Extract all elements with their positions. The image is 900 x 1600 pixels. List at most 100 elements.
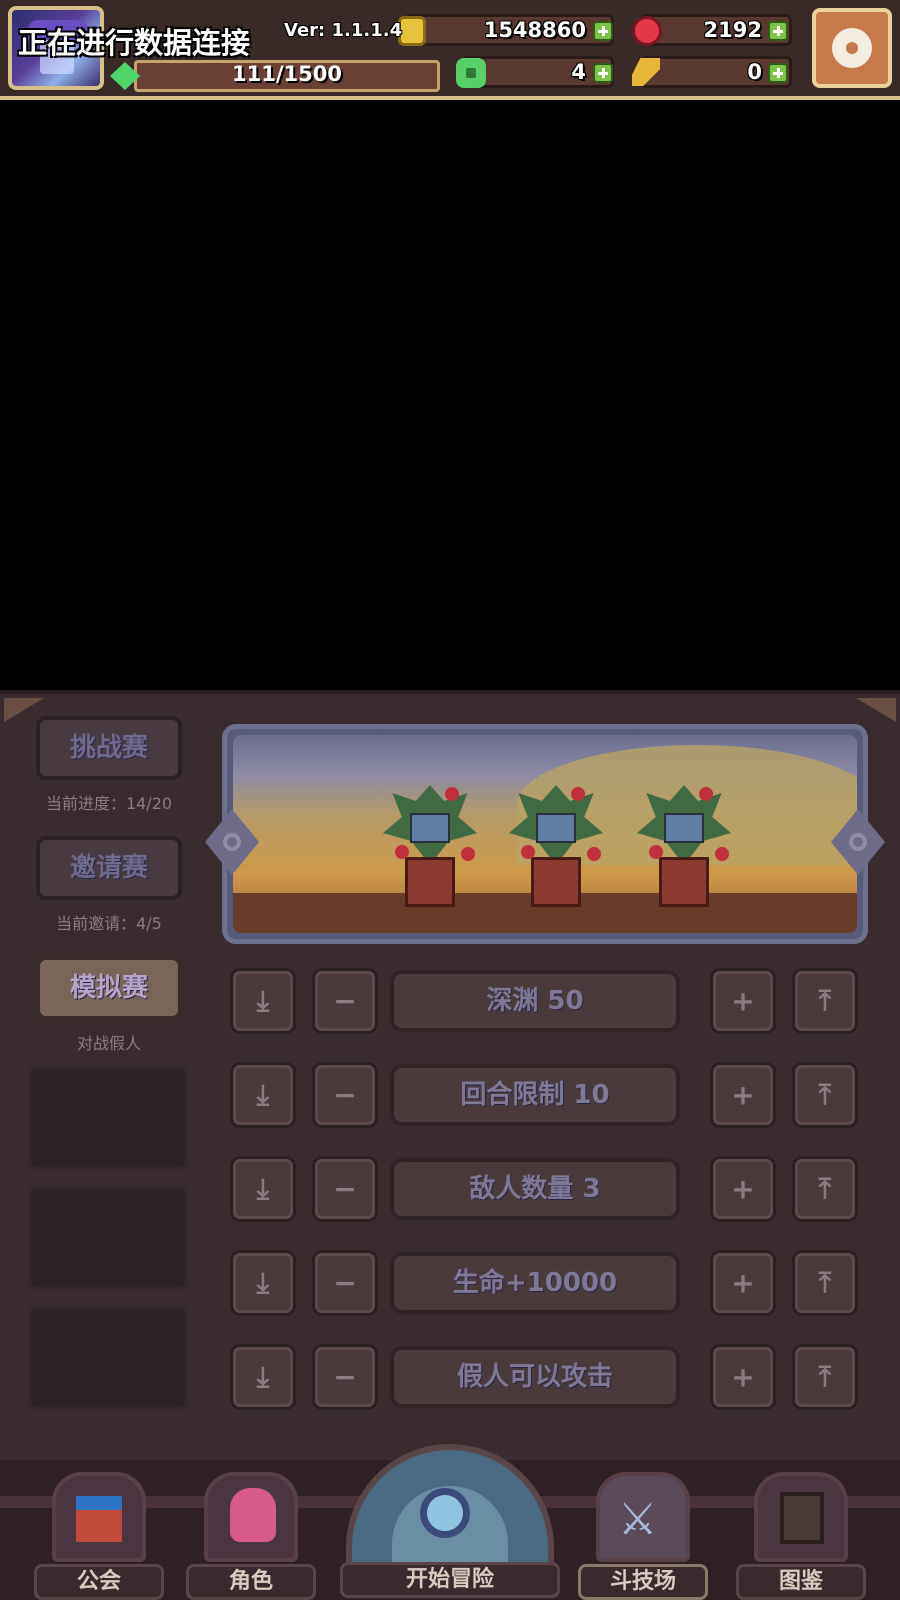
guild-building-icon bbox=[76, 1496, 122, 1542]
clover-value: 4 bbox=[571, 60, 586, 84]
plus-button[interactable]: + bbox=[710, 968, 776, 1034]
gold-coin-icon bbox=[398, 16, 426, 46]
to-max-button[interactable]: ⤒ bbox=[792, 1250, 858, 1316]
nav-arena-label: 斗技场 bbox=[578, 1564, 708, 1600]
option-row-enemy-count: ⤓ − 敌人数量 3 + ⤒ bbox=[228, 1156, 868, 1226]
tree-monster-sprite bbox=[375, 785, 485, 915]
bottom-nav: 公会 角色 开始冒险 ⚔ 斗技场 图鉴 bbox=[0, 1444, 900, 1600]
minus-icon: − bbox=[333, 1078, 357, 1112]
option-row-hp-bonus: ⤓ − 生命+10000 + ⤒ bbox=[228, 1250, 868, 1320]
empty-mode-slot bbox=[28, 1186, 188, 1290]
arena-panel: 挑战赛 当前进度：14/20 邀请赛 当前邀请：4/5 模拟赛 对战假人 ⤓ −… bbox=[0, 690, 900, 1464]
connection-status-text: 正在进行数据连接 bbox=[18, 26, 251, 60]
gear-icon bbox=[832, 28, 872, 68]
nav-character-label: 角色 bbox=[186, 1564, 316, 1600]
mode-sidebar: 挑战赛 当前进度：14/20 邀请赛 当前邀请：4/5 模拟赛 对战假人 bbox=[24, 714, 194, 1454]
minus-icon: − bbox=[333, 1266, 357, 1300]
settings-button[interactable] bbox=[812, 8, 892, 88]
tree-monster-sprite bbox=[629, 785, 739, 915]
option-row-abyss: ⤓ − 深渊 50 + ⤒ bbox=[228, 968, 868, 1038]
minus-button[interactable]: − bbox=[312, 1062, 378, 1128]
panel-corner-right bbox=[856, 698, 896, 722]
magnifier-icon bbox=[420, 1488, 470, 1538]
plus-icon: + bbox=[731, 984, 755, 1018]
upload-icon: ⤒ bbox=[818, 1078, 832, 1111]
download-icon: ⤓ bbox=[256, 1266, 270, 1299]
to-min-button[interactable]: ⤓ bbox=[230, 968, 296, 1034]
to-max-button[interactable]: ⤒ bbox=[792, 968, 858, 1034]
invitational-mode-button[interactable]: 邀请赛 bbox=[36, 836, 182, 900]
nav-guild[interactable]: 公会 bbox=[34, 1472, 164, 1600]
challenge-progress-text: 当前进度：14/20 bbox=[45, 794, 173, 813]
empty-mode-slot bbox=[28, 1306, 188, 1410]
plus-button[interactable]: + bbox=[710, 1156, 776, 1222]
nav-adventure-label: 开始冒险 bbox=[340, 1562, 560, 1598]
plus-icon: + bbox=[731, 1172, 755, 1206]
download-icon: ⤓ bbox=[256, 1172, 270, 1205]
to-max-button[interactable]: ⤒ bbox=[792, 1156, 858, 1222]
gem-add-button[interactable] bbox=[768, 21, 788, 41]
minus-button[interactable]: − bbox=[312, 1250, 378, 1316]
minus-button[interactable]: − bbox=[312, 1344, 378, 1410]
version-label: Ver: 1.1.1.4 bbox=[284, 20, 403, 41]
download-icon: ⤓ bbox=[256, 984, 270, 1017]
nav-art bbox=[52, 1472, 146, 1562]
plus-button[interactable]: + bbox=[710, 1062, 776, 1128]
gem-value: 2192 bbox=[703, 18, 762, 42]
plus-button[interactable]: + bbox=[710, 1250, 776, 1316]
download-icon: ⤓ bbox=[256, 1078, 270, 1111]
plus-button[interactable]: + bbox=[710, 1344, 776, 1410]
crossed-swords-icon: ⚔ bbox=[618, 1494, 658, 1545]
key-value: 0 bbox=[747, 60, 762, 84]
plus-icon: + bbox=[731, 1266, 755, 1300]
simulation-mode-button[interactable]: 模拟赛 bbox=[36, 956, 182, 1020]
upload-icon: ⤒ bbox=[818, 1266, 832, 1299]
upload-icon: ⤒ bbox=[818, 1360, 832, 1393]
nav-art: ⚔ bbox=[596, 1472, 690, 1562]
minus-icon: − bbox=[333, 984, 357, 1018]
to-min-button[interactable]: ⤓ bbox=[230, 1344, 296, 1410]
to-min-button[interactable]: ⤓ bbox=[230, 1062, 296, 1128]
option-label: 回合限制 10 bbox=[390, 1064, 680, 1126]
gold-add-button[interactable] bbox=[593, 21, 613, 41]
option-label: 假人可以攻击 bbox=[390, 1346, 680, 1408]
battle-preview-frame bbox=[205, 724, 885, 944]
minus-icon: − bbox=[333, 1360, 357, 1394]
gold-value: 1548860 bbox=[483, 18, 586, 42]
empty-mode-slot bbox=[28, 1066, 188, 1170]
nav-character[interactable]: 角色 bbox=[186, 1472, 316, 1600]
nav-codex-label: 图鉴 bbox=[736, 1564, 866, 1600]
upload-icon: ⤒ bbox=[818, 984, 832, 1017]
nav-art bbox=[754, 1472, 848, 1562]
nav-art bbox=[204, 1472, 298, 1562]
to-min-button[interactable]: ⤓ bbox=[230, 1156, 296, 1222]
option-row-dummy-attack: ⤓ − 假人可以攻击 + ⤒ bbox=[228, 1344, 868, 1414]
minus-button[interactable]: − bbox=[312, 968, 378, 1034]
download-icon: ⤓ bbox=[256, 1360, 270, 1393]
stamina-value: 111/1500 bbox=[232, 62, 342, 86]
plus-icon: + bbox=[731, 1360, 755, 1394]
nav-start-adventure[interactable]: 开始冒险 bbox=[340, 1444, 560, 1600]
upload-icon: ⤒ bbox=[818, 1172, 832, 1205]
key-add-button[interactable] bbox=[768, 63, 788, 83]
battle-scene bbox=[233, 735, 857, 933]
simulation-desc-text: 对战假人 bbox=[76, 1034, 141, 1053]
nav-guild-label: 公会 bbox=[34, 1564, 164, 1600]
to-min-button[interactable]: ⤓ bbox=[230, 1250, 296, 1316]
challenge-mode-button[interactable]: 挑战赛 bbox=[36, 716, 182, 780]
option-row-turn-limit: ⤓ − 回合限制 10 + ⤒ bbox=[228, 1062, 868, 1132]
to-max-button[interactable]: ⤒ bbox=[792, 1344, 858, 1410]
character-portrait-icon bbox=[230, 1488, 276, 1542]
clover-icon bbox=[456, 58, 486, 88]
nav-arena[interactable]: ⚔ 斗技场 bbox=[578, 1472, 708, 1600]
to-max-button[interactable]: ⤒ bbox=[792, 1062, 858, 1128]
minus-button[interactable]: − bbox=[312, 1156, 378, 1222]
nav-codex[interactable]: 图鉴 bbox=[736, 1472, 866, 1600]
invitational-count-text: 当前邀请：4/5 bbox=[56, 914, 162, 933]
option-label: 深渊 50 bbox=[390, 970, 680, 1032]
red-gem-icon bbox=[632, 16, 662, 46]
minus-icon: − bbox=[333, 1172, 357, 1206]
clover-add-button[interactable] bbox=[593, 63, 613, 83]
option-label: 生命+10000 bbox=[390, 1252, 680, 1314]
codex-book-icon bbox=[780, 1492, 824, 1544]
